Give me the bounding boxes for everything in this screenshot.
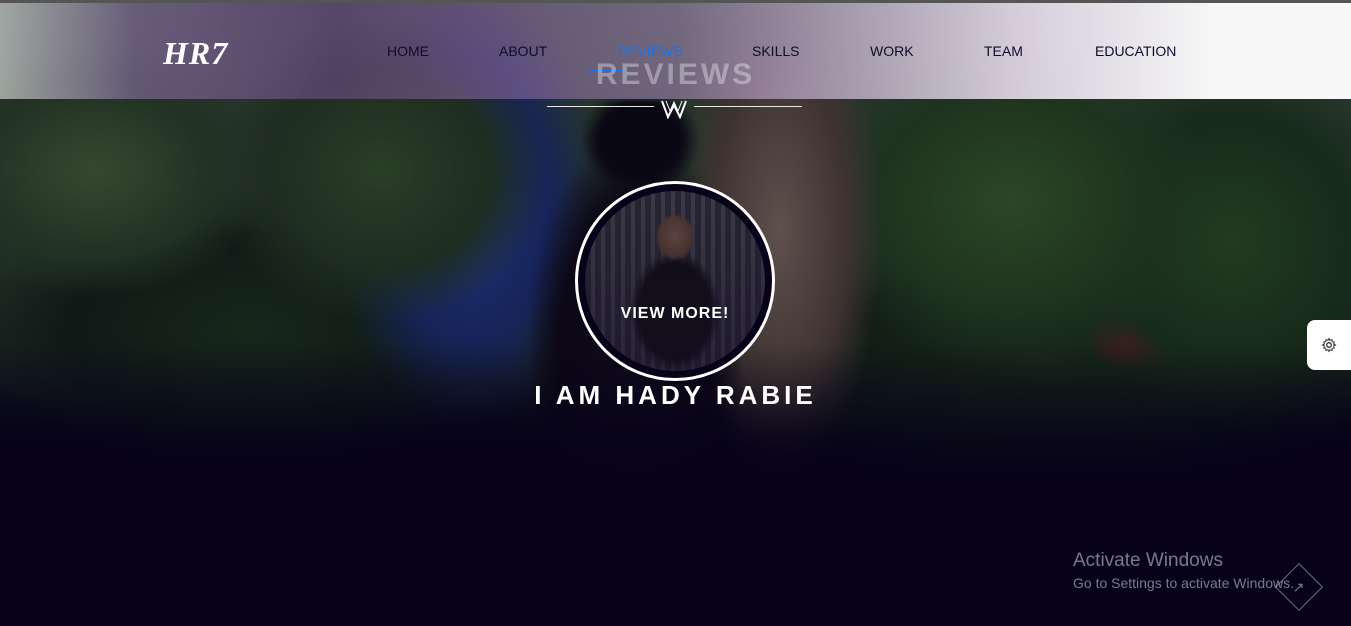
settings-button[interactable] — [1307, 320, 1351, 370]
nav-home[interactable]: HOME — [387, 43, 429, 59]
nav-about[interactable]: ABOUT — [499, 43, 547, 59]
nav-team[interactable]: TEAM — [984, 43, 1023, 59]
divider-left — [547, 106, 654, 107]
gear-icon — [1321, 337, 1337, 353]
activate-windows-subtitle: Go to Settings to activate Windows. — [1073, 575, 1294, 591]
view-more-button[interactable]: VIEW MORE! — [575, 305, 775, 323]
nav-skills[interactable]: SKILLS — [752, 43, 799, 59]
nav-reviews[interactable]: REVIEWS — [618, 43, 683, 59]
divider-w-icon — [661, 100, 687, 119]
activate-windows-title: Activate Windows — [1073, 550, 1223, 571]
nav-education[interactable]: EDUCATION — [1095, 43, 1176, 59]
profile-avatar — [585, 191, 765, 371]
nav-work[interactable]: WORK — [870, 43, 914, 59]
section-title: REVIEWS — [595, 58, 756, 91]
profile-avatar-frame[interactable] — [575, 181, 775, 381]
divider-right — [694, 106, 802, 107]
hero-name: I AM HADY RABIE — [534, 380, 817, 410]
arrow-up-icon: ↗ — [1293, 578, 1305, 595]
